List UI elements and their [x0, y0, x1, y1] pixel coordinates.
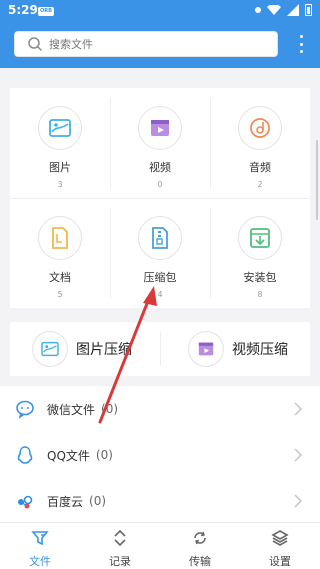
category-label: 文档 — [49, 271, 71, 284]
compress-row: 图片压缩 视频压缩 — [10, 322, 310, 376]
video-compress-button[interactable]: 视频压缩 — [188, 322, 320, 376]
nav-label: 设置 — [269, 555, 291, 568]
video-icon — [138, 106, 182, 150]
video-compress-icon — [188, 331, 224, 367]
wechat-icon — [16, 400, 34, 419]
list-item-count: (0) — [89, 494, 107, 508]
compress-label: 视频压缩 — [232, 342, 288, 358]
category-label: 视频 — [149, 161, 171, 174]
baidu-cloud-icon — [18, 495, 33, 509]
chevron-right-icon — [294, 448, 302, 462]
list-item-label: 百度云 — [47, 494, 84, 509]
nav-label: 记录 — [109, 555, 131, 568]
list-item-wechat[interactable]: 微信文件 (0) — [0, 386, 320, 432]
status-time: 5:29 — [8, 3, 38, 17]
compress-label: 图片压缩 — [76, 342, 132, 358]
category-zip[interactable]: 压缩包 4 — [110, 198, 210, 308]
battery-icon — [305, 4, 312, 16]
category-label: 压缩包 — [143, 271, 177, 284]
category-count: 4 — [157, 290, 163, 299]
nav-label: 传输 — [189, 555, 211, 568]
list-item-baidu[interactable]: 百度云 (0) — [0, 478, 320, 524]
list-item-label: 微信文件 — [47, 402, 96, 417]
category-count: 5 — [57, 290, 63, 299]
category-images[interactable]: 图片 3 — [10, 88, 110, 198]
category-count: 8 — [257, 290, 263, 299]
music-icon — [238, 106, 282, 150]
sync-icon — [194, 531, 206, 545]
list-item-count: (0) — [95, 448, 113, 462]
nav-tab-history[interactable]: 记录 — [80, 523, 160, 569]
list-item-count: (0) — [101, 402, 119, 416]
status-bar: 5:29 ORB — [0, 0, 320, 24]
category-count: 2 — [257, 180, 263, 189]
notification-dot-icon — [255, 7, 261, 13]
nav-tab-files[interactable]: 文件 — [0, 523, 80, 569]
search-input[interactable] — [49, 37, 249, 51]
nav-label: 文件 — [29, 555, 51, 568]
bottom-nav: 文件 记录 传输 设置 — [0, 522, 320, 569]
list-item-qq[interactable]: QQ文件 (0) — [0, 432, 320, 478]
list-item-label: QQ文件 — [47, 448, 90, 463]
qq-icon — [17, 446, 33, 464]
category-label: 安装包 — [243, 271, 277, 284]
signal-icon — [287, 4, 299, 16]
document-icon — [38, 216, 82, 260]
search-box[interactable] — [14, 31, 278, 57]
image-icon — [38, 106, 82, 150]
category-video[interactable]: 视频 0 — [110, 88, 210, 198]
search-icon — [28, 37, 42, 51]
category-documents[interactable]: 文档 5 — [10, 198, 110, 308]
more-menu-icon[interactable] — [298, 35, 304, 53]
install-icon — [238, 216, 282, 260]
chevron-right-icon — [294, 402, 302, 416]
layers-icon — [271, 530, 289, 546]
scrollbar[interactable] — [316, 140, 318, 220]
nav-tab-transfer[interactable]: 传输 — [160, 523, 240, 569]
status-icons — [255, 4, 312, 16]
source-list: 微信文件 (0) QQ文件 (0) 百度云 (0) — [0, 386, 320, 522]
chevron-right-icon — [294, 494, 302, 508]
image-compress-icon — [32, 331, 68, 367]
category-count: 3 — [57, 180, 63, 189]
category-label: 图片 — [49, 161, 71, 174]
category-grid: 图片 3 视频 0 音频 2 文档 5 压缩包 4 安装包 8 — [10, 88, 310, 308]
category-count: 0 — [157, 180, 163, 189]
category-install[interactable]: 安装包 8 — [210, 198, 310, 308]
nav-tab-settings[interactable]: 设置 — [240, 523, 320, 569]
category-audio[interactable]: 音频 2 — [210, 88, 310, 198]
zip-icon — [138, 216, 182, 260]
wifi-icon — [267, 5, 281, 15]
expand-icon — [114, 529, 126, 547]
category-label: 音频 — [249, 161, 271, 174]
status-badge: ORB — [38, 7, 54, 16]
filter-icon — [31, 531, 49, 546]
